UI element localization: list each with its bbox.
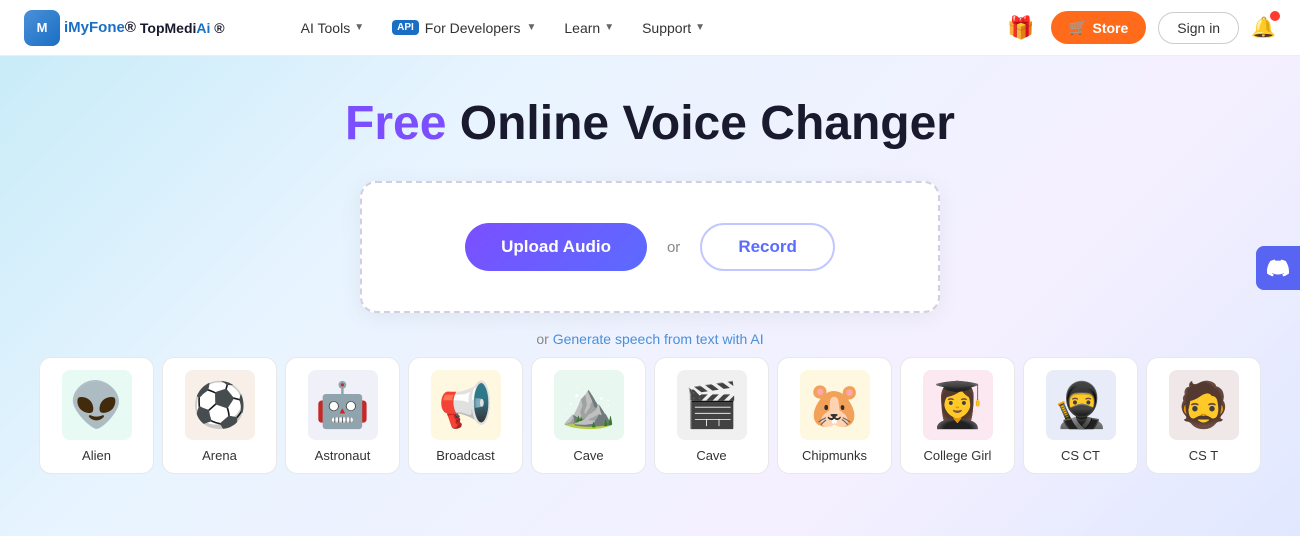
voice-emoji-arena: ⚽ xyxy=(192,379,247,431)
voice-card-icon-cave1: ⛰️ xyxy=(554,370,624,440)
voice-card-label-astronaut: Astronaut xyxy=(315,448,371,463)
signin-button[interactable]: Sign in xyxy=(1158,12,1239,44)
voice-card-college-girl[interactable]: 👩‍🎓 College Girl xyxy=(900,357,1015,474)
voice-card-label-broadcast: Broadcast xyxy=(436,448,495,463)
nav-items: AI Tools ▼ API For Developers ▼ Learn ▼ … xyxy=(289,14,995,42)
voice-emoji-cs-t: 🧔 xyxy=(1176,379,1231,431)
voice-emoji-broadcast: 📢 xyxy=(438,379,493,431)
voice-emoji-cave2: 🎬 xyxy=(684,379,739,431)
chevron-down-icon: ▼ xyxy=(354,22,364,33)
logo-sub-text: TopMediAi ® xyxy=(140,20,225,36)
main-content: Free Online Voice Changer Upload Audio o… xyxy=(0,56,1300,536)
navbar-right: 🎁 🛒 Store Sign in 🔔 xyxy=(1003,10,1276,46)
voice-emoji-cs-ct: 🥷 xyxy=(1053,379,1108,431)
voice-card-alien[interactable]: 👽 Alien xyxy=(39,357,154,474)
navbar: M iMyFone® TopMediAi ® AI Tools ▼ API Fo… xyxy=(0,0,1300,56)
voice-card-icon-astronaut: 🤖 xyxy=(308,370,378,440)
voice-card-icon-chipmunks: 🐹 xyxy=(800,370,870,440)
generate-link-row: or Generate speech from text with AI xyxy=(536,331,763,347)
voice-emoji-alien: 👽 xyxy=(69,379,124,431)
voice-emoji-astronaut: 🤖 xyxy=(315,379,370,431)
or-label: or xyxy=(667,239,680,256)
voice-card-cs-t[interactable]: 🧔 CS T xyxy=(1146,357,1261,474)
voice-card-label-cave1: Cave xyxy=(573,448,603,463)
voice-card-icon-cs-ct: 🥷 xyxy=(1046,370,1116,440)
api-badge: API xyxy=(392,20,419,35)
voice-card-cave1[interactable]: ⛰️ Cave xyxy=(531,357,646,474)
gift-icon[interactable]: 🎁 xyxy=(1003,10,1039,46)
nav-item-support[interactable]: Support ▼ xyxy=(630,14,717,42)
bell-wrapper: 🔔 xyxy=(1251,15,1276,40)
voice-card-chipmunks[interactable]: 🐹 Chipmunks xyxy=(777,357,892,474)
nav-item-for-developers[interactable]: API For Developers ▼ xyxy=(380,14,548,42)
hero-title: Free Online Voice Changer xyxy=(345,96,955,151)
voice-emoji-chipmunks: 🐹 xyxy=(807,379,862,431)
store-button[interactable]: 🛒 Store xyxy=(1051,11,1146,44)
voice-card-icon-broadcast: 📢 xyxy=(431,370,501,440)
voice-card-cs-ct[interactable]: 🥷 CS CT xyxy=(1023,357,1138,474)
voice-emoji-college-girl: 👩‍🎓 xyxy=(930,379,985,431)
nav-item-ai-tools[interactable]: AI Tools ▼ xyxy=(289,14,376,42)
upload-audio-button[interactable]: Upload Audio xyxy=(465,223,647,271)
record-button[interactable]: Record xyxy=(700,223,835,271)
voice-card-label-college-girl: College Girl xyxy=(924,448,992,463)
voice-cards-row: 👽 Alien ⚽ Arena 🤖 Astronaut 📢 Broadcast … xyxy=(23,357,1277,474)
notification-badge xyxy=(1270,11,1280,21)
voice-card-label-cs-ct: CS CT xyxy=(1061,448,1100,463)
logo[interactable]: M iMyFone® TopMediAi ® xyxy=(24,10,225,46)
hero-title-free: Free xyxy=(345,97,446,150)
chevron-down-icon: ▼ xyxy=(526,22,536,33)
voice-emoji-cave1: ⛰️ xyxy=(561,379,616,431)
voice-card-label-alien: Alien xyxy=(82,448,111,463)
upload-row: Upload Audio or Record xyxy=(465,223,835,271)
voice-card-label-cave2: Cave xyxy=(696,448,726,463)
discord-button[interactable] xyxy=(1256,246,1300,290)
chevron-down-icon: ▼ xyxy=(695,22,705,33)
voice-card-icon-arena: ⚽ xyxy=(185,370,255,440)
nav-item-learn[interactable]: Learn ▼ xyxy=(552,14,626,42)
logo-brand-text: iMyFone® xyxy=(64,19,136,36)
voice-card-icon-cs-t: 🧔 xyxy=(1169,370,1239,440)
voice-card-icon-alien: 👽 xyxy=(62,370,132,440)
voice-card-arena[interactable]: ⚽ Arena xyxy=(162,357,277,474)
chevron-down-icon: ▼ xyxy=(604,22,614,33)
voice-card-label-chipmunks: Chipmunks xyxy=(802,448,867,463)
cart-icon: 🛒 xyxy=(1069,19,1086,36)
voice-card-label-cs-t: CS T xyxy=(1189,448,1218,463)
voice-card-astronaut[interactable]: 🤖 Astronaut xyxy=(285,357,400,474)
voice-card-label-arena: Arena xyxy=(202,448,237,463)
generate-speech-link[interactable]: Generate speech from text with AI xyxy=(553,331,764,347)
voice-card-broadcast[interactable]: 📢 Broadcast xyxy=(408,357,523,474)
voice-card-icon-cave2: 🎬 xyxy=(677,370,747,440)
voice-card-cave2[interactable]: 🎬 Cave xyxy=(654,357,769,474)
upload-box: Upload Audio or Record xyxy=(360,181,940,313)
voice-card-icon-college-girl: 👩‍🎓 xyxy=(923,370,993,440)
logo-icon: M xyxy=(24,10,60,46)
hero-title-rest: Online Voice Changer xyxy=(446,97,955,150)
